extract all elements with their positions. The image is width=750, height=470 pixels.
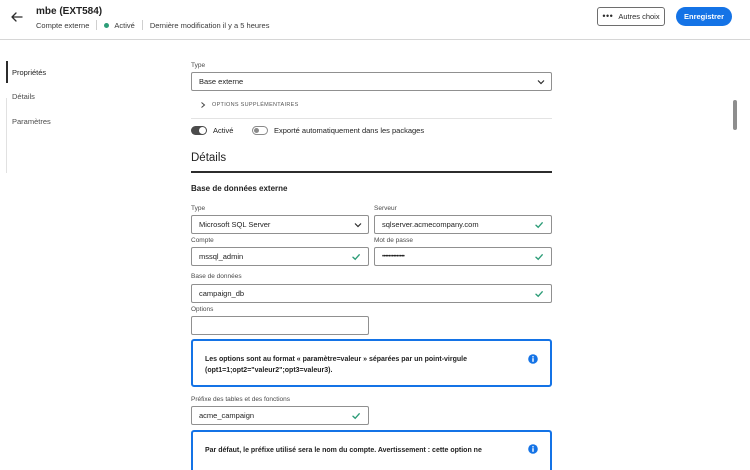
more-options-text: OPTIONS SUPPLÉMENTAIRES [212, 102, 299, 108]
meta-separator [141, 20, 143, 30]
options-info-line-1: Les options sont au format « paramètre=v… [205, 356, 467, 363]
database-label: Base de données [191, 273, 242, 280]
ellipsis-icon: ••• [602, 11, 614, 21]
prefix-label: Préfixe des tables et des fonctions [191, 396, 291, 403]
options-input[interactable] [191, 316, 369, 335]
export-toggle-label: Exporté automatiquement dans les package… [274, 126, 425, 135]
more-options-toggle[interactable]: OPTIONS SUPPLÉMENTAIRES [199, 101, 299, 109]
db-type-value: Microsoft SQL Server [199, 220, 271, 229]
active-switch[interactable] [191, 126, 207, 135]
export-toggle[interactable]: Exporté automatiquement dans les package… [252, 126, 424, 135]
header-meta: Compte externe Activé Dernière modificat… [36, 20, 269, 30]
server-value: sqlserver.acmecompany.com [382, 220, 479, 229]
checkmark-icon [535, 290, 543, 297]
external-db-title: Base de données externe [191, 184, 288, 193]
server-input[interactable]: sqlserver.acmecompany.com [374, 215, 552, 234]
account-input[interactable]: mssql_admin [191, 247, 369, 266]
meta-separator [96, 20, 98, 30]
app-header: mbe (EXT584) Compte externe Activé Derni… [0, 0, 750, 40]
prefix-info-box: Par défaut, le préfixe utilisé sera le n… [191, 430, 552, 470]
options-info-line-2: (opt1=1;opt2="valeur2";opt3=valeur3). [205, 367, 333, 374]
chevron-right-icon [201, 102, 206, 108]
checkmark-icon [535, 221, 543, 228]
sidebar-item-parameters[interactable]: Paramètres [6, 110, 166, 132]
prefix-value: acme_campaign [199, 411, 255, 420]
db-type-label: Type [191, 205, 206, 212]
last-modified-text: Dernière modification il y a 5 heures [149, 20, 270, 30]
sidebar-item-properties[interactable]: Propriétés [6, 61, 166, 83]
chevron-down-icon [354, 222, 362, 227]
info-icon [528, 354, 538, 364]
password-label: Mot de passe [374, 237, 414, 244]
sidebar-nav: Propriétés Détails Paramètres [0, 40, 170, 470]
type-select-value: Base externe [199, 77, 244, 86]
prefix-input[interactable]: acme_campaign [191, 406, 369, 425]
checkmark-icon [535, 253, 543, 260]
password-input[interactable]: •••••••••••••• [374, 247, 552, 266]
account-type-label: Compte externe [36, 20, 90, 30]
database-input[interactable]: campaign_db [191, 284, 552, 303]
scrollbar-thumb[interactable] [733, 100, 737, 130]
prefix-info-line-1: Par défaut, le préfixe utilisé sera le n… [205, 447, 482, 454]
options-label: Options [191, 306, 214, 313]
active-toggle[interactable]: Activé [191, 126, 233, 135]
details-section-title: Détails [191, 152, 227, 164]
options-info-box: Les options sont au format « paramètre=v… [191, 339, 552, 387]
chevron-down-icon [537, 79, 545, 84]
save-button[interactable]: Enregistrer [676, 7, 732, 26]
page-title: mbe (EXT584) [36, 6, 103, 17]
status-badge: Activé [114, 20, 135, 30]
password-value: •••••••••••••• [382, 253, 405, 260]
server-label: Serveur [374, 205, 397, 212]
type-select[interactable]: Base externe [191, 72, 552, 91]
db-type-select[interactable]: Microsoft SQL Server [191, 215, 369, 234]
more-options-label: Autres choix [618, 12, 660, 21]
sidebar-item-details[interactable]: Détails [6, 85, 166, 107]
database-value: campaign_db [199, 289, 245, 298]
details-heading-rule [191, 171, 552, 173]
section-divider [191, 118, 552, 119]
type-label: Type [191, 62, 206, 69]
info-icon [528, 444, 538, 454]
account-value: mssql_admin [199, 252, 244, 261]
more-options-button[interactable]: ••• Autres choix [597, 7, 665, 26]
checkmark-icon [352, 412, 360, 419]
export-switch[interactable] [252, 126, 268, 135]
checkmark-icon [352, 253, 360, 260]
status-dot-icon [104, 22, 110, 28]
account-label: Compte [191, 237, 214, 244]
back-arrow-icon[interactable] [10, 10, 24, 24]
active-toggle-label: Activé [213, 126, 234, 135]
